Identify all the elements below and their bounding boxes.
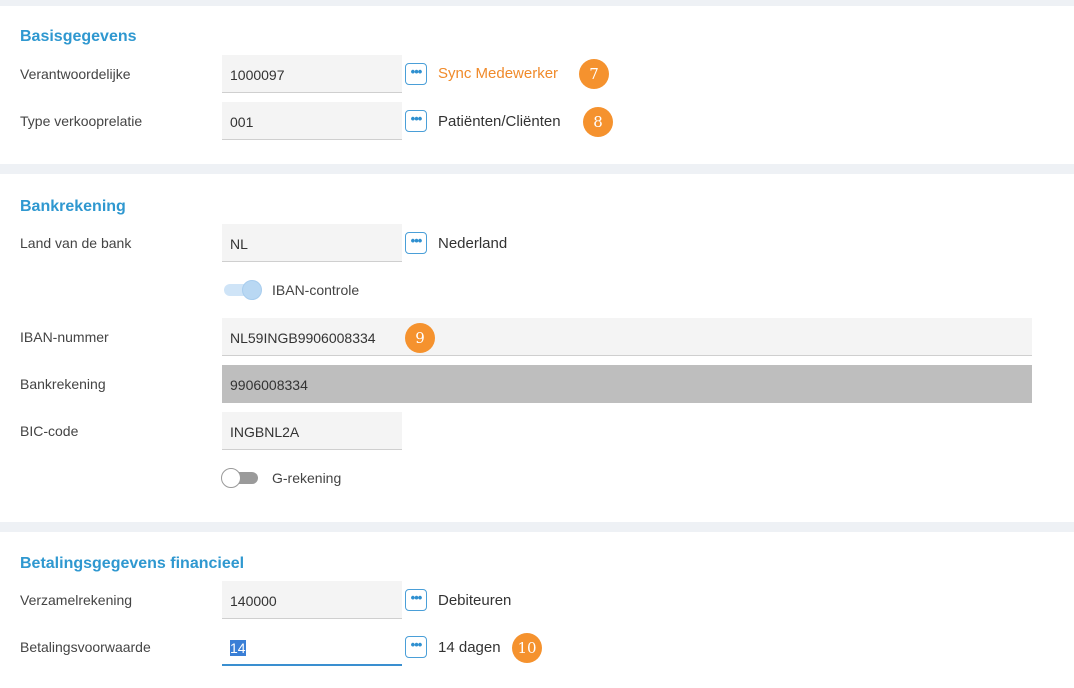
step-badge-7: 7 xyxy=(579,59,609,89)
step-badge-8: 8 xyxy=(583,107,613,137)
toggle-knob xyxy=(221,468,241,488)
ellipsis-icon: ••• xyxy=(410,111,423,126)
label-betalingsvoorwaarde: Betalingsvoorwaarde xyxy=(20,639,151,655)
section-title-betalingsgegevens: Betalingsgegevens financieel xyxy=(20,555,245,572)
verzamelrekening-input[interactable]: 140000 xyxy=(222,581,402,619)
g-rekening-toggle[interactable] xyxy=(221,468,262,488)
type-verkooprelatie-description: Patiënten/Cliënten xyxy=(438,113,561,130)
label-verantwoordelijke: Verantwoordelijke xyxy=(20,66,131,82)
ellipsis-icon: ••• xyxy=(410,64,423,79)
land-van-de-bank-input[interactable]: NL xyxy=(222,224,402,262)
iban-controle-toggle[interactable] xyxy=(222,280,262,300)
verzamelrekening-lookup-button[interactable]: ••• xyxy=(405,589,427,611)
label-verzamelrekening: Verzamelrekening xyxy=(20,592,133,608)
label-type-verkooprelatie: Type verkooprelatie xyxy=(20,113,143,129)
type-verkooprelatie-input[interactable]: 001 xyxy=(222,102,402,140)
bankrekening-input: 9906008334 xyxy=(222,365,1032,403)
toggle-knob xyxy=(242,280,262,300)
verzamelrekening-description: Debiteuren xyxy=(438,592,512,609)
betalingsvoorwaarde-selected-text: 14 xyxy=(230,640,246,656)
bic-code-input[interactable]: INGBNL2A xyxy=(222,412,402,450)
type-verkooprelatie-lookup-button[interactable]: ••• xyxy=(405,110,427,132)
verantwoordelijke-input[interactable]: 1000097 xyxy=(222,55,402,93)
label-bankrekening: Bankrekening xyxy=(20,376,106,392)
betalingsvoorwaarde-lookup-button[interactable]: ••• xyxy=(405,636,427,658)
land-description: Nederland xyxy=(438,235,508,252)
verantwoordelijke-description[interactable]: Sync Medewerker xyxy=(438,65,558,82)
g-rekening-label: G-rekening xyxy=(272,470,342,486)
step-badge-10: 10 xyxy=(512,633,542,663)
section-betalingsgegevens: Betalingsgegevens financieel Verzamelrek… xyxy=(0,532,1074,688)
betalingsvoorwaarde-description: 14 dagen xyxy=(438,639,501,656)
ellipsis-icon: ••• xyxy=(410,637,423,652)
betalingsvoorwaarde-input[interactable]: 14 xyxy=(222,628,402,666)
ellipsis-icon: ••• xyxy=(410,590,423,605)
section-title-basisgegevens: Basisgegevens xyxy=(20,28,137,45)
verantwoordelijke-lookup-button[interactable]: ••• xyxy=(405,63,427,85)
step-badge-9: 9 xyxy=(405,323,435,353)
iban-nummer-input[interactable]: NL59INGB9906008334 xyxy=(222,318,1032,356)
label-iban-nummer: IBAN-nummer xyxy=(20,329,109,345)
section-bankrekening: Bankrekening Land van de bank NL ••• Ned… xyxy=(0,174,1074,522)
label-bic-code: BIC-code xyxy=(20,423,79,439)
iban-controle-label: IBAN-controle xyxy=(272,282,360,298)
land-lookup-button[interactable]: ••• xyxy=(405,232,427,254)
section-basisgegevens: Basisgegevens Verantwoordelijke 1000097 … xyxy=(0,6,1074,164)
ellipsis-icon: ••• xyxy=(410,233,423,248)
label-land-van-de-bank: Land van de bank xyxy=(20,235,132,251)
iban-nummer-value: NL59INGB9906008334 xyxy=(230,330,376,346)
section-title-bankrekening: Bankrekening xyxy=(20,198,126,215)
